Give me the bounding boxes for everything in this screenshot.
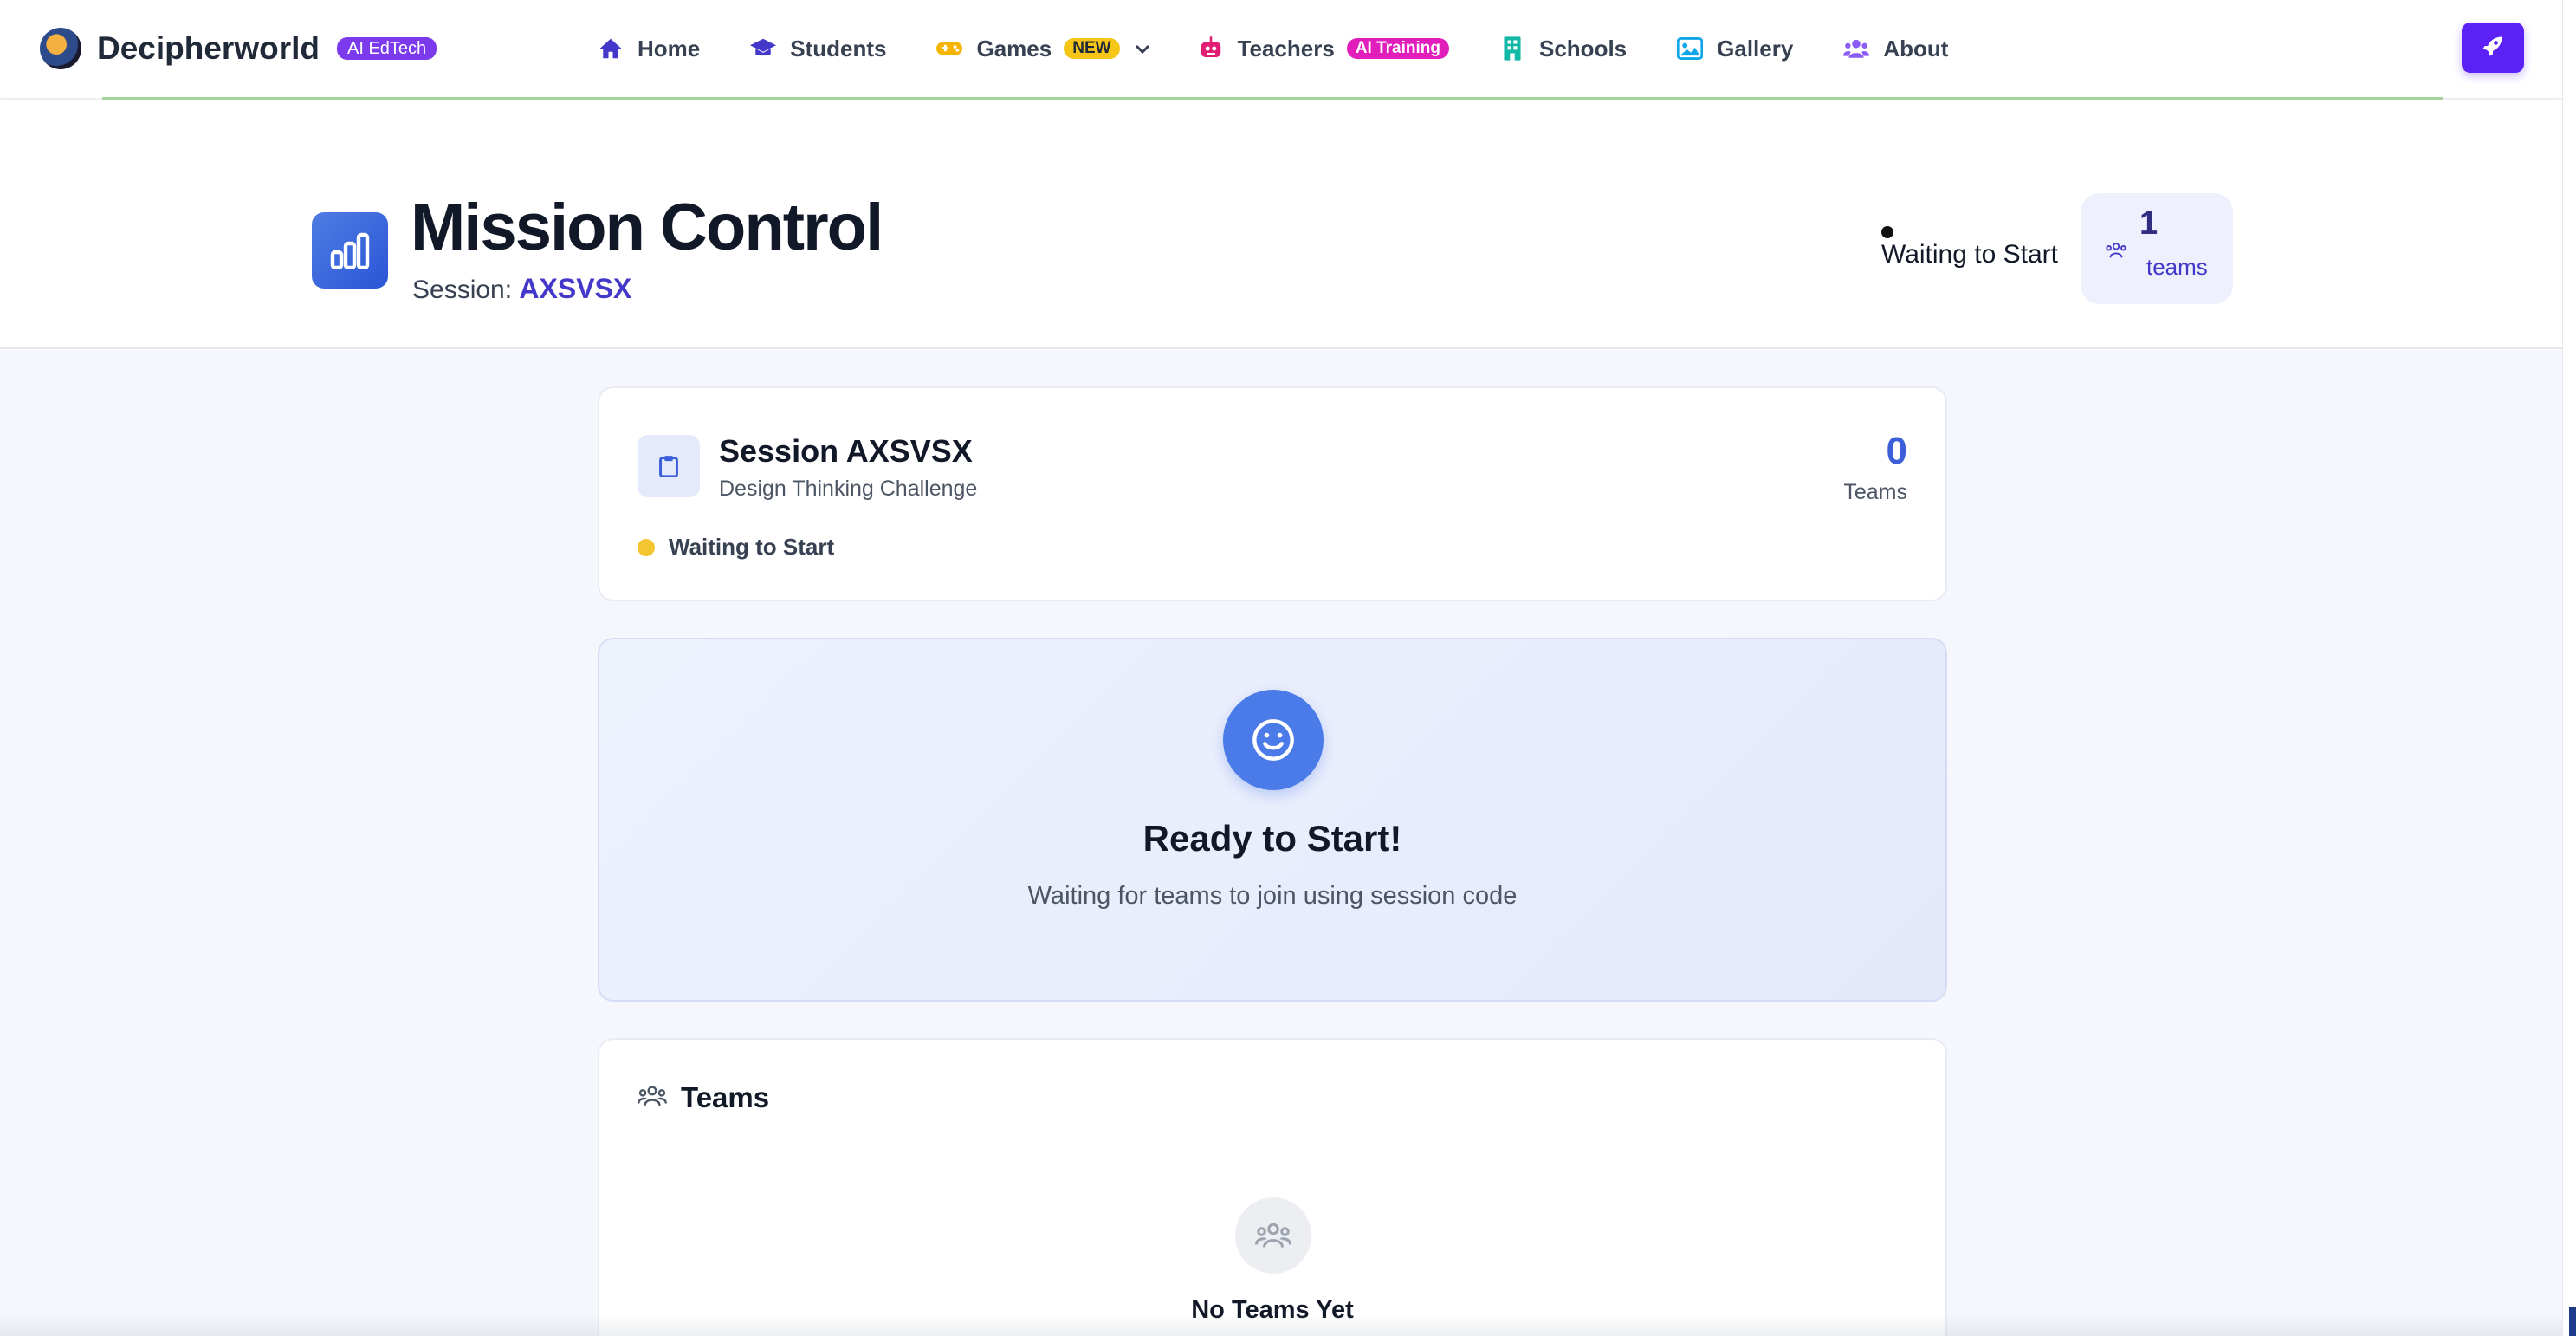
teams-count-pill: 1 teams (2081, 193, 2233, 304)
nav-label-gallery: Gallery (1717, 35, 1794, 62)
teams-card-title: Teams (681, 1081, 770, 1113)
nav-item-teachers[interactable]: Teachers AI Training (1198, 24, 1449, 73)
session-card-title: Session AXSVSX (719, 433, 973, 469)
page-header: Mission Control Session: AXSVSX Waiting … (0, 100, 2562, 349)
games-new-badge: NEW (1064, 38, 1120, 59)
clipboard-icon (638, 435, 700, 497)
nav-item-home[interactable]: Home (598, 24, 700, 73)
nav-label-schools: Schools (1539, 35, 1628, 62)
brand-badge: AI EdTech (337, 37, 437, 60)
gamepad-icon (936, 36, 963, 62)
scrollbar[interactable] (2562, 0, 2576, 1336)
rocket-icon (2481, 34, 2505, 62)
top-navbar: Decipherworld AI EdTech Home Students Ga… (0, 0, 2562, 98)
nav-item-gallery[interactable]: Gallery (1677, 24, 1793, 73)
status-dot (1881, 226, 1893, 238)
launch-button[interactable] (2462, 23, 2524, 73)
session-label: Session: (412, 276, 513, 304)
teams-count: 1 (2139, 205, 2159, 242)
ready-title: Ready to Start! (1142, 818, 1402, 859)
nav-label-students: Students (790, 35, 887, 62)
nav-links: Home Students Games NEW Teachers AI Trai… (598, 24, 1948, 73)
nav-label-home: Home (638, 35, 701, 62)
session-team-count: 0 (1886, 430, 1907, 472)
session-status-text: Waiting to Start (669, 534, 835, 560)
ready-subtitle: Waiting for teams to join using session … (1027, 882, 1518, 910)
users-icon (1235, 1197, 1311, 1274)
teams-count-label: teams (2146, 254, 2208, 280)
session-code: AXSVSX (519, 273, 632, 304)
chevron-down-icon[interactable] (1132, 38, 1153, 59)
page-title: Mission Control (411, 191, 883, 264)
session-status: Waiting to Start (638, 534, 834, 561)
nav-item-games[interactable]: Games NEW (936, 24, 1152, 73)
robot-icon (1198, 36, 1224, 62)
brand[interactable]: Decipherworld AI EdTech (40, 24, 437, 73)
nav-label-games: Games (976, 35, 1052, 62)
teachers-ai-badge: AI Training (1346, 38, 1449, 59)
nav-item-students[interactable]: Students (750, 24, 886, 73)
brand-logo (40, 28, 81, 69)
users-icon (2105, 240, 2129, 264)
session-card: Session AXSVSX Design Thinking Challenge… (598, 386, 1947, 601)
header-status-text: Waiting to Start (1881, 240, 2058, 269)
status-dot (638, 538, 655, 556)
nav-item-about[interactable]: About (1843, 24, 1948, 73)
smile-icon (1223, 690, 1324, 790)
teams-card: Teams No Teams Yet (598, 1038, 1947, 1336)
scrollbar-thumb[interactable] (2569, 1307, 2576, 1336)
teams-card-header: Teams (638, 1081, 769, 1114)
bottom-fade (0, 1315, 2562, 1336)
session-card-subtitle: Design Thinking Challenge (719, 477, 978, 501)
users-icon (1843, 36, 1870, 62)
graduation-cap-icon (750, 36, 777, 62)
brand-name: Decipherworld (97, 30, 320, 66)
building-icon (1499, 36, 1525, 62)
bar-chart-icon (312, 212, 388, 289)
session-team-count-label: Teams (1843, 480, 1907, 504)
home-icon (598, 36, 624, 62)
nav-label-teachers: Teachers (1237, 35, 1335, 62)
users-icon (638, 1083, 667, 1112)
nav-label-about: About (1883, 35, 1949, 62)
session-line: Session: AXSVSX (412, 273, 631, 305)
nav-item-schools[interactable]: Schools (1499, 24, 1627, 73)
image-icon (1677, 36, 1704, 62)
ready-card: Ready to Start! Waiting for teams to joi… (598, 638, 1947, 1002)
